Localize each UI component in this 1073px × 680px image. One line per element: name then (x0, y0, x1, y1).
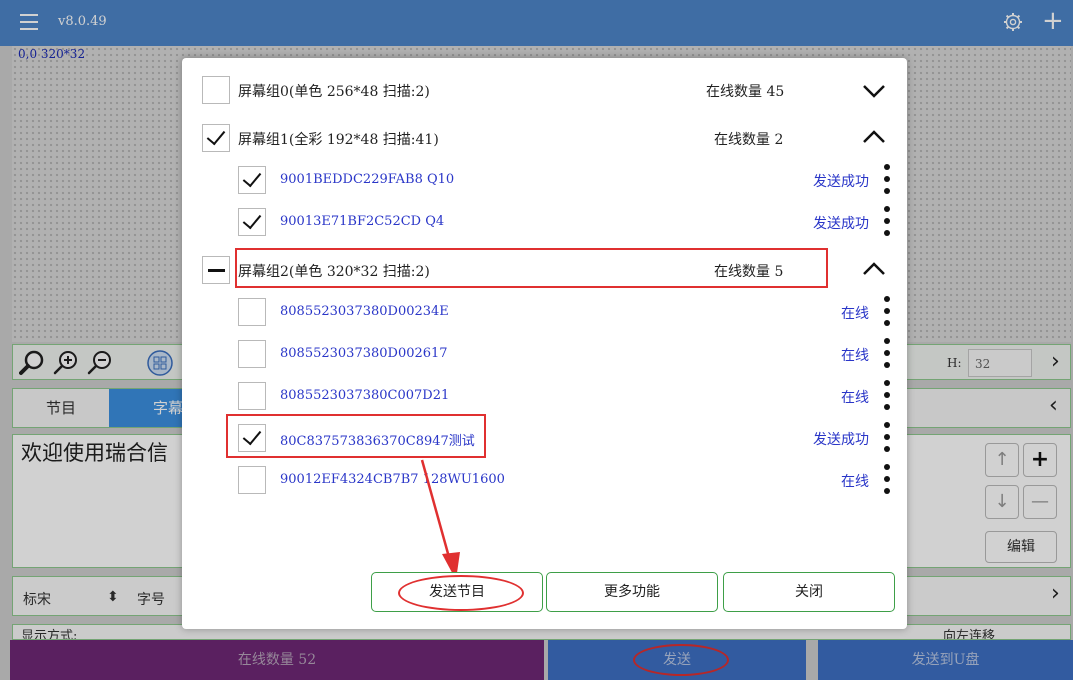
more-options-icon[interactable] (883, 338, 891, 370)
device-row[interactable]: 8085523037380D00234E 在线 (182, 290, 907, 334)
updown-icon[interactable]: ⬍ (107, 589, 119, 605)
display-mode-label: 显示方式: (21, 629, 78, 640)
more-options-icon[interactable] (883, 380, 891, 412)
device-checkbox[interactable] (238, 166, 266, 194)
height-input[interactable]: 32 (968, 349, 1032, 377)
device-id: 80C837573836370C8947测试 (280, 434, 475, 449)
group-checkbox[interactable] (202, 124, 230, 152)
group-label: 屏幕组0(单色 256*48 扫描:2) (238, 84, 430, 100)
add-item-button[interactable]: + (1023, 443, 1057, 477)
caption-text[interactable]: 欢迎使用瑞合信 (21, 437, 168, 467)
screen-group-row[interactable]: 屏幕组0(单色 256*48 扫描:2) 在线数量 45 (182, 68, 907, 112)
device-id: 8085523037380C007D21 (280, 388, 450, 403)
edit-button[interactable]: 编辑 (985, 531, 1057, 563)
screen-group-row[interactable]: 屏幕组1(全彩 192*48 扫描:41) 在线数量 2 (182, 116, 907, 160)
zoom-in-icon[interactable] (53, 350, 79, 376)
device-id: 90013E71BF2C52CD Q4 (280, 214, 445, 229)
font-name-label[interactable]: 标宋 (23, 589, 51, 609)
device-row[interactable]: 8085523037380D002617 在线 (182, 332, 907, 376)
send-program-button[interactable]: 发送节目 (371, 572, 543, 612)
group-label: 屏幕组2(单色 320*32 扫描:2) (238, 264, 430, 280)
height-label: H: (947, 356, 962, 370)
chevron-right-icon[interactable]: › (1051, 581, 1060, 606)
device-id: 8085523037380D00234E (280, 304, 449, 319)
device-checkbox[interactable] (238, 466, 266, 494)
group-online-count: 在线数量 5 (714, 264, 784, 280)
device-checkbox[interactable] (238, 208, 266, 236)
device-status: 在线 (841, 390, 869, 406)
chevron-up-icon[interactable] (862, 262, 886, 276)
chevron-left-icon[interactable]: ‹ (1049, 393, 1058, 418)
tab-program[interactable]: 节目 (13, 389, 109, 427)
more-options-icon[interactable] (883, 464, 891, 496)
send-button[interactable]: 发送 (548, 640, 806, 680)
device-status: 在线 (841, 348, 869, 364)
screen-group-row[interactable]: 屏幕组2(单色 320*32 扫描:2) 在线数量 5 (182, 248, 907, 292)
top-bar: v8.0.49 + (0, 0, 1073, 46)
device-status: 发送成功 (813, 216, 869, 232)
group-label: 屏幕组1(全彩 192*48 扫描:41) (238, 132, 439, 148)
device-row[interactable]: 90012EF4324CB7B7 128WU1600 在线 (182, 458, 907, 502)
search-icon[interactable] (19, 350, 45, 376)
annotation-arrow (420, 459, 460, 580)
version-label: v8.0.49 (58, 14, 107, 29)
group-online-count: 在线数量 2 (714, 132, 784, 148)
font-size-label[interactable]: 字号 (137, 589, 165, 609)
device-id: 9001BEDDC229FAB8 Q10 (280, 172, 455, 187)
device-checkbox[interactable] (238, 298, 266, 326)
menu-icon[interactable] (20, 14, 38, 30)
device-row[interactable]: 9001BEDDC229FAB8 Q10 发送成功 (182, 158, 907, 202)
more-options-icon[interactable] (883, 206, 891, 238)
device-status: 发送成功 (813, 174, 869, 190)
display-mode-value[interactable]: 向左连移 (943, 625, 995, 639)
gear-icon[interactable] (1003, 12, 1023, 32)
more-options-icon[interactable] (883, 296, 891, 328)
remove-item-button[interactable]: — (1023, 485, 1057, 519)
device-status: 在线 (841, 306, 869, 322)
group-checkbox[interactable] (202, 256, 230, 284)
send-to-usb-button[interactable]: 发送到U盘 (818, 640, 1073, 680)
move-down-button[interactable]: ↓ (985, 485, 1019, 519)
device-id: 8085523037380D002617 (280, 346, 448, 361)
grid-view-icon[interactable] (147, 350, 173, 376)
chevron-right-icon[interactable]: › (1051, 349, 1060, 374)
device-checkbox[interactable] (238, 340, 266, 368)
more-functions-button[interactable]: 更多功能 (546, 572, 718, 612)
device-row[interactable]: 90013E71BF2C52CD Q4 发送成功 (182, 200, 907, 244)
device-status: 在线 (841, 474, 869, 490)
online-count-button[interactable]: 在线数量 52 (10, 640, 544, 680)
chevron-up-icon[interactable] (862, 130, 886, 144)
device-row[interactable]: 8085523037380C007D21 在线 (182, 374, 907, 418)
close-button[interactable]: 关闭 (723, 572, 895, 612)
move-up-button[interactable]: ↑ (985, 443, 1019, 477)
device-row[interactable]: 80C837573836370C8947测试 发送成功 (182, 416, 907, 460)
zoom-out-icon[interactable] (87, 350, 113, 376)
more-options-icon[interactable] (883, 164, 891, 196)
device-checkbox[interactable] (238, 424, 266, 452)
group-online-count: 在线数量 45 (706, 84, 785, 100)
chevron-down-icon[interactable] (862, 84, 886, 98)
device-status: 发送成功 (813, 432, 869, 448)
plus-icon[interactable]: + (1042, 8, 1064, 34)
more-options-icon[interactable] (883, 422, 891, 454)
canvas-coordinates: 0,0 320*32 (18, 47, 86, 61)
device-checkbox[interactable] (238, 382, 266, 410)
group-checkbox[interactable] (202, 76, 230, 104)
send-dialog: 屏幕组0(单色 256*48 扫描:2) 在线数量 45 屏幕组1(全彩 192… (182, 58, 907, 629)
